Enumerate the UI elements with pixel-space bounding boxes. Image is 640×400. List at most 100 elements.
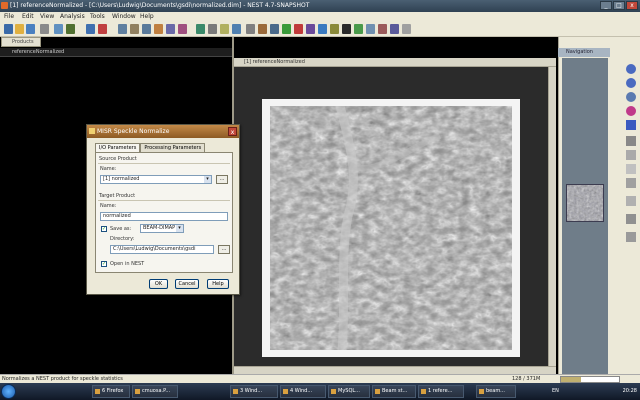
task-beam-start[interactable]: Beam st... xyxy=(372,385,416,398)
layer-icon[interactable] xyxy=(330,24,339,34)
main-toolbar xyxy=(0,21,640,37)
range-finder-icon[interactable] xyxy=(626,232,636,242)
properties-icon[interactable] xyxy=(66,24,75,34)
draw-polygon-icon[interactable] xyxy=(626,196,636,206)
task-windows-3[interactable]: 3 Wind... xyxy=(230,385,278,398)
close-button[interactable]: x xyxy=(626,1,638,10)
task-beam[interactable]: beam... xyxy=(476,385,516,398)
tab-io-parameters[interactable]: I/O Parameters xyxy=(95,143,141,152)
green-square-icon[interactable] xyxy=(354,24,363,34)
memory-bar xyxy=(560,376,620,383)
task-windows-4[interactable]: 4 Wind... xyxy=(280,385,326,398)
clock[interactable]: 20:28 xyxy=(623,388,637,394)
menu-view[interactable]: View xyxy=(40,13,54,20)
menu-tools[interactable]: Tools xyxy=(90,13,105,20)
dialog-close-button[interactable]: x xyxy=(228,127,237,136)
batch-icon[interactable] xyxy=(130,24,139,34)
tools-icon[interactable] xyxy=(378,24,387,34)
target-name-field[interactable]: normalized xyxy=(100,212,228,221)
pan-icon[interactable] xyxy=(626,150,636,160)
help-icon[interactable] xyxy=(86,24,95,34)
open-folder-icon[interactable] xyxy=(15,24,24,34)
directory-field[interactable]: C:\Users\Ludwig\Documents\gsdi xyxy=(110,245,214,254)
cancel-button[interactable]: Cancel xyxy=(175,279,199,289)
menu-window[interactable]: Window xyxy=(112,13,136,20)
image-view-tab[interactable]: [1] referenceNormalized xyxy=(234,58,556,67)
save-icon[interactable] xyxy=(26,24,35,34)
source-browse-button[interactable]: ... xyxy=(216,175,228,184)
task-cmuosa[interactable]: cmuosa.P... xyxy=(132,385,178,398)
maximize-button[interactable]: □ xyxy=(613,1,625,10)
dialog-title: MISR Speckle Normalize xyxy=(97,128,170,135)
directory-label: Directory: xyxy=(110,236,135,242)
sar-image[interactable] xyxy=(270,106,512,350)
new-session-icon[interactable] xyxy=(4,24,13,34)
zoom-actual-icon[interactable] xyxy=(626,92,636,102)
start-button[interactable] xyxy=(1,384,16,399)
open-in-nest-label: Open in NEST xyxy=(110,261,145,267)
tile-icon[interactable] xyxy=(366,24,375,34)
export-icon[interactable] xyxy=(54,24,63,34)
import-icon[interactable] xyxy=(40,24,49,34)
minimize-button[interactable]: _ xyxy=(600,1,612,10)
multilook-icon[interactable] xyxy=(208,24,217,34)
target-name-label: Name: xyxy=(100,203,117,209)
status-message: Normalizes a NEST product for speckle st… xyxy=(2,376,123,382)
tab-products[interactable]: Products xyxy=(1,37,41,47)
terrain-correction-icon[interactable] xyxy=(196,24,205,34)
sync-views-icon[interactable] xyxy=(626,120,636,130)
ok-button[interactable]: OK xyxy=(149,279,168,289)
histogram-icon[interactable] xyxy=(258,24,267,34)
tab-processing-parameters[interactable]: Processing Parameters xyxy=(140,143,206,152)
menu-bar: File Edit View Analysis Tools Window Hel… xyxy=(0,12,640,21)
sync-icon[interactable] xyxy=(390,24,399,34)
chevron-down-icon: ▾ xyxy=(204,176,211,183)
spectrum-icon[interactable] xyxy=(306,24,315,34)
subset-icon[interactable] xyxy=(142,24,151,34)
dialog-titlebar: MISR Speckle Normalize x xyxy=(87,125,239,138)
directory-browse-button[interactable]: ... xyxy=(218,245,230,254)
save-format-select[interactable]: BEAM-DIMAP ▾ xyxy=(140,224,184,233)
image-vertical-scrollbar[interactable] xyxy=(548,67,556,366)
save-as-checkbox[interactable]: ✓ xyxy=(101,226,107,232)
zoom-all-icon[interactable] xyxy=(626,106,636,116)
graph-builder-icon[interactable] xyxy=(118,24,127,34)
pixel-info-icon[interactable] xyxy=(246,24,255,34)
draw-line-icon[interactable] xyxy=(626,178,636,188)
scatter-plot-icon[interactable] xyxy=(282,24,291,34)
select-icon[interactable] xyxy=(626,164,636,174)
menu-file[interactable]: File xyxy=(4,13,14,20)
source-product-select[interactable]: [1] normalized ▾ xyxy=(100,175,212,184)
language-indicator[interactable]: EN xyxy=(552,388,559,394)
calibrate-icon[interactable] xyxy=(166,24,175,34)
task-refere[interactable]: 1 refere... xyxy=(418,385,464,398)
task-mysql[interactable]: MySQL... xyxy=(328,385,370,398)
band-maths-icon[interactable] xyxy=(154,24,163,34)
pin-icon[interactable] xyxy=(626,214,636,224)
menu-help[interactable]: Help xyxy=(140,13,154,20)
window-titlebar: [1] referenceNormalized - [C:\Users\Ludw… xyxy=(0,0,640,12)
target-product-group: Target Product xyxy=(99,193,136,199)
products-tree-item[interactable]: referenceNormalized xyxy=(0,48,232,57)
dialog-app-icon xyxy=(89,128,95,134)
menu-analysis[interactable]: Analysis xyxy=(60,13,85,20)
world-map-icon[interactable] xyxy=(232,24,241,34)
dialog-tabs: I/O Parameters Processing Parameters xyxy=(95,143,206,152)
speckle-filter-icon[interactable] xyxy=(178,24,187,34)
image-horizontal-scrollbar[interactable] xyxy=(234,366,556,374)
statistics-icon[interactable] xyxy=(270,24,279,34)
coregister-icon[interactable] xyxy=(220,24,229,34)
terminal-icon[interactable] xyxy=(342,24,351,34)
wave-icon[interactable] xyxy=(318,24,327,34)
zoom-in-icon[interactable] xyxy=(626,64,636,74)
overlay-icon[interactable] xyxy=(402,24,411,34)
help-button[interactable]: Help xyxy=(207,279,229,289)
profile-plot-icon[interactable] xyxy=(294,24,303,34)
zoom-out-icon[interactable] xyxy=(626,78,636,88)
open-in-nest-checkbox[interactable]: ✓ xyxy=(101,261,107,267)
task-firefox[interactable]: 6 Firefox xyxy=(92,385,130,398)
navigation-thumbnail[interactable] xyxy=(566,184,604,222)
menu-edit[interactable]: Edit xyxy=(22,13,34,20)
slider-icon[interactable] xyxy=(626,136,636,146)
context-help-icon[interactable] xyxy=(98,24,107,34)
